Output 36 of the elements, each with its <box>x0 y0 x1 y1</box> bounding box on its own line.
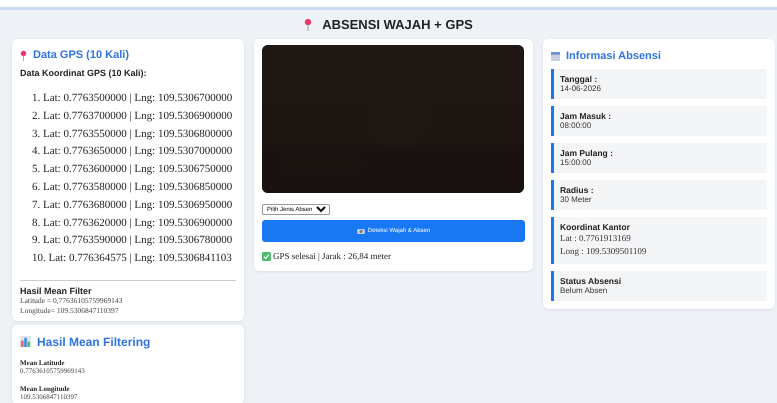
gps-point: 10. Lat: 0.776364575 | Lng: 109.5306841103 <box>32 251 232 266</box>
info-label: Status Absensi <box>560 276 622 286</box>
card-title: Hasil Mean Filtering <box>37 334 150 349</box>
info-label: Tanggal : <box>560 74 598 84</box>
mean-filter-title: Hasil Mean Filter <box>20 286 93 296</box>
info-value: Belum Absen <box>560 286 608 295</box>
card-title: Informasi Absensi <box>566 50 661 62</box>
info-value: 08:00:00 <box>560 121 592 130</box>
gps-point: 2. Lat: 0.7763700000 | Lng: 109.5306900000 <box>32 108 232 124</box>
page-title: ABSENSI WAJAH + GPS <box>322 17 473 32</box>
gps-point: 8. Lat: 0.7763620000 | Lng: 109.5306900000 <box>32 216 232 231</box>
info-label: Radius : <box>560 185 595 195</box>
gps-status: GPS selesai | Jarak : 26,84 meter <box>273 251 392 261</box>
gps-point: 3. Lat: 0.7763550000 | Lng: 109.5306800000 <box>32 126 232 142</box>
gps-point: 6. Lat: 0.7763580000 | Lng: 109.5306850000 <box>32 180 232 195</box>
gps-point: 5. Lat: 0.7763600000 | Lng: 109.5306750000 <box>32 162 232 178</box>
info-value: 30 Meter <box>560 195 593 204</box>
camera-icon <box>356 228 365 234</box>
info-label: Jam Pulang : <box>560 148 614 158</box>
gps-point: 7. Lat: 0.7763680000 | Lng: 109.5306950000 <box>32 198 232 213</box>
card-title: Data GPS (10 Kali) <box>33 49 129 61</box>
gps-point: 1. Lat: 0.7763500000 | Lng: 109.5306700000 <box>32 91 232 106</box>
pin-icon <box>20 50 27 60</box>
gps-subtitle: Data Koordinat GPS (10 Kali): <box>20 68 148 78</box>
info-value: Long : 109.5309501109 <box>560 245 648 258</box>
info-value: 14-06-2026 <box>560 84 602 93</box>
gps-point: 4. Lat: 0.7763650000 | Lng: 109.5307000000 <box>32 144 232 160</box>
gps-point: 9. Lat: 0.7763590000 | Lng: 109.5306780000 <box>32 233 232 248</box>
calendar-icon <box>551 52 560 60</box>
bar-chart-icon <box>20 336 31 348</box>
info-label: Koordinat Kantor <box>560 222 631 232</box>
checkmark-icon <box>262 252 271 260</box>
pin-icon <box>304 18 312 31</box>
info-value: Lat : 0.7761913169 <box>560 232 632 245</box>
info-label: Jam Masuk : <box>560 111 612 121</box>
info-value: 15:00:00 <box>560 158 592 167</box>
